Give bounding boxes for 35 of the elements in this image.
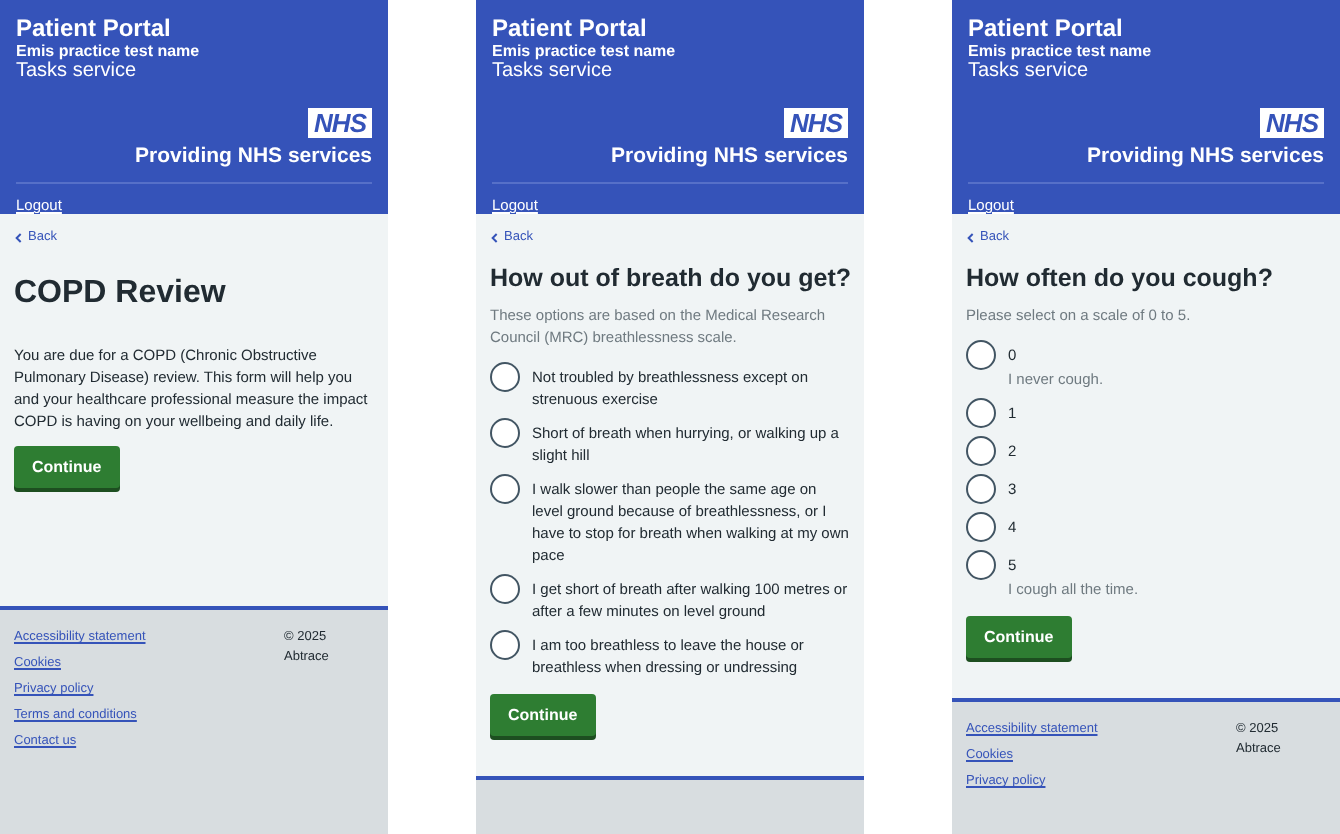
radio-button[interactable]	[490, 362, 520, 392]
radio-button[interactable]	[966, 550, 996, 580]
portal-title: Patient Portal	[492, 16, 649, 42]
tagline: Providing NHS services	[611, 144, 848, 168]
radio-button[interactable]	[966, 474, 996, 504]
chevron-left-icon	[490, 231, 498, 243]
radio-button[interactable]	[966, 340, 996, 370]
page-heading: COPD Review	[14, 276, 226, 312]
service-name: Tasks service	[16, 60, 139, 84]
radio-button[interactable]	[966, 512, 996, 542]
tagline: Providing NHS services	[135, 144, 372, 168]
nhs-logo: NHS	[308, 108, 372, 138]
page-heading: How out of breath do you get?	[490, 264, 852, 292]
portal-title: Patient Portal	[968, 16, 1125, 42]
radio-button[interactable]	[966, 436, 996, 466]
radio-button[interactable]	[490, 418, 520, 448]
nhs-logo: NHS	[1260, 108, 1324, 138]
radio-button[interactable]	[490, 574, 520, 604]
continue-button[interactable]: Continue	[966, 616, 1072, 658]
chevron-left-icon	[966, 231, 974, 243]
tagline: Providing NHS services	[1087, 144, 1324, 168]
practice-name: Emis practice test name	[16, 42, 202, 60]
page-heading: How often do you cough?	[966, 264, 1273, 292]
nhs-logo: NHS	[784, 108, 848, 138]
service-name: Tasks service	[492, 60, 615, 84]
radio-button[interactable]	[490, 630, 520, 660]
chevron-left-icon	[14, 231, 22, 243]
radio-button[interactable]	[490, 474, 520, 504]
portal-title: Patient Portal	[16, 16, 173, 42]
radio-button[interactable]	[966, 398, 996, 428]
service-name: Tasks service	[968, 60, 1091, 84]
continue-button[interactable]: Continue	[14, 446, 120, 488]
practice-name: Emis practice test name	[492, 42, 678, 60]
practice-name: Emis practice test name	[968, 42, 1154, 60]
continue-button[interactable]: Continue	[490, 694, 596, 736]
